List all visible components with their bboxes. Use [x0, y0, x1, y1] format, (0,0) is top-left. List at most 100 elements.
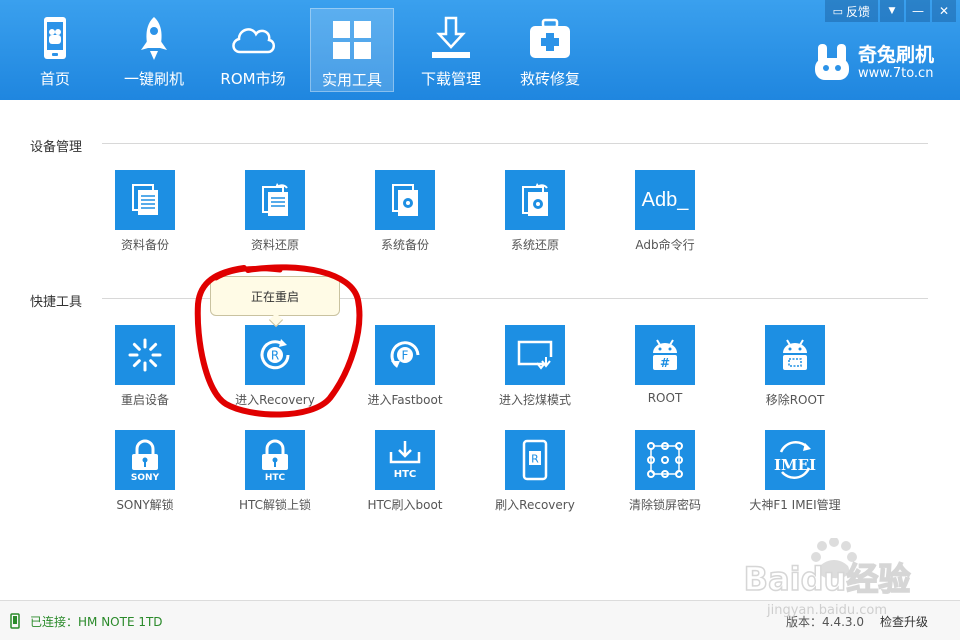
minimize-icon: —: [912, 4, 924, 18]
tool-imei-manager[interactable]: IMEI 大神F1 IMEI管理: [740, 430, 850, 520]
feedback-label: 反馈: [845, 4, 870, 19]
recovery-icon-letter: R: [271, 349, 279, 363]
chevron-down-icon: ▼: [888, 6, 896, 16]
cloud-icon: [232, 28, 275, 54]
nav-download-manager[interactable]: 下载管理: [409, 8, 493, 92]
nav-rom-market[interactable]: ROM市场: [211, 8, 295, 92]
recovery-icon: R: [245, 325, 305, 385]
usb-connected-icon: [10, 613, 20, 629]
window-controls: ▭ 反馈 ▼ — ✕: [824, 0, 956, 22]
feedback-button[interactable]: ▭ 反馈: [824, 0, 878, 22]
root-hash-glyph: #: [660, 356, 670, 370]
tool-enter-fastboot[interactable]: F 进入Fastboot: [350, 325, 460, 415]
tool-adb-console[interactable]: Adb_ Adb命令行: [610, 170, 720, 260]
close-button[interactable]: ✕: [932, 0, 956, 22]
brand-logo: 奇兔刷机 www.7to.cn: [812, 40, 952, 86]
rebooting-tooltip-text: 正在重启: [250, 289, 299, 304]
imei-icon: IMEI: [765, 430, 825, 490]
android-root-icon: #: [635, 325, 695, 385]
nav-tools[interactable]: 实用工具: [310, 8, 394, 92]
nav-tools-label: 实用工具: [321, 71, 382, 89]
medkit-icon: [530, 18, 570, 58]
tool-flash-recovery[interactable]: R 刷入Recovery: [480, 430, 590, 520]
tool-download-mode[interactable]: 进入挖煤模式: [480, 325, 590, 415]
tool-system-restore-label: 系统还原: [510, 238, 559, 252]
close-icon: ✕: [938, 4, 950, 18]
tool-data-backup[interactable]: 资料备份: [90, 170, 200, 260]
tool-system-restore[interactable]: 系统还原: [480, 170, 590, 260]
fastboot-icon-letter: F: [402, 349, 409, 363]
tool-root-label: ROOT: [647, 391, 683, 405]
rocket-icon: [141, 17, 167, 60]
tool-data-restore[interactable]: 资料还原: [220, 170, 330, 260]
download-mode-icon: [505, 325, 565, 385]
fastboot-icon: F: [375, 325, 435, 385]
flash-recovery-letter: R: [531, 453, 539, 466]
tool-sony-unlock[interactable]: SONY SONY解锁: [90, 430, 200, 520]
section-divider-device: [102, 143, 928, 144]
android-unroot-icon: [765, 325, 825, 385]
tool-remove-root-label: 移除ROOT: [765, 393, 825, 407]
watermark-url: jingyan.baidu.com: [766, 603, 887, 618]
document-copy-icon: [115, 170, 175, 230]
tool-root[interactable]: # ROOT: [610, 325, 720, 415]
system-backup-icon: [375, 170, 435, 230]
tool-htc-flash-boot[interactable]: HTC HTC刷入boot: [350, 430, 460, 520]
lock-htc-icon: HTC: [245, 430, 305, 490]
sony-icon-text: SONY: [131, 473, 160, 482]
tool-imei-manager-label: 大神F1 IMEI管理: [749, 498, 841, 512]
feedback-monitor-icon: ▭: [832, 4, 843, 18]
tool-htc-lock-unlock[interactable]: HTC HTC解锁上锁: [220, 430, 330, 520]
connection-status: 已连接：HM NOTE 1TD: [30, 615, 163, 629]
tool-remove-root[interactable]: 移除ROOT: [740, 325, 850, 415]
adb-icon: Adb_: [635, 170, 695, 230]
watermark-brand: Baidu经验: [744, 560, 911, 598]
brand-url: www.7to.cn: [858, 66, 934, 81]
tool-clear-lock-password-label: 清除锁屏密码: [628, 498, 701, 512]
tool-reboot-device[interactable]: 重启设备: [90, 325, 200, 415]
loading-spinner-icon: [115, 325, 175, 385]
download-icon: [432, 16, 470, 58]
tool-sony-unlock-label: SONY解锁: [116, 498, 174, 512]
tool-flash-recovery-label: 刷入Recovery: [495, 498, 575, 512]
tool-enter-recovery-label: 进入Recovery: [235, 393, 315, 407]
adb-icon-text: Adb_: [641, 188, 689, 211]
pattern-lock-icon: [635, 430, 695, 490]
nav-home-label: 首页: [39, 70, 70, 88]
imei-icon-text: IMEI: [774, 456, 816, 474]
tool-adb-console-label: Adb命令行: [635, 238, 695, 252]
tool-system-backup-label: 系统备份: [380, 238, 429, 252]
tool-data-backup-label: 资料备份: [120, 238, 169, 252]
tool-htc-lock-unlock-label: HTC解锁上锁: [238, 498, 312, 512]
system-restore-icon: [505, 170, 565, 230]
nav-one-click-flash[interactable]: 一键刷机: [112, 8, 196, 92]
minimize-button[interactable]: —: [906, 0, 930, 22]
flash-recovery-icon: R: [505, 430, 565, 490]
tool-reboot-device-label: 重启设备: [120, 393, 169, 407]
section-title-device: 设备管理: [30, 140, 83, 155]
baidu-jingyan-watermark: Baidu经验 jingyan.baidu.com: [743, 538, 911, 618]
htc-lock-icon-text: HTC: [265, 473, 286, 482]
tool-clear-lock-password[interactable]: 清除锁屏密码: [610, 430, 720, 520]
nav-rom-market-label: ROM市场: [220, 70, 286, 88]
nav-one-click-flash-label: 一键刷机: [123, 70, 184, 88]
nav-brick-repair[interactable]: 救砖修复: [508, 8, 592, 92]
tool-htc-flash-boot-label: HTC刷入boot: [367, 498, 443, 512]
tool-data-restore-label: 资料还原: [250, 238, 299, 252]
htc-boot-icon: HTC: [375, 430, 435, 490]
nav-brick-repair-label: 救砖修复: [519, 70, 580, 88]
tool-enter-recovery[interactable]: R 进入Recovery: [220, 325, 330, 415]
menu-dropdown-button[interactable]: ▼: [880, 0, 904, 22]
nav-home[interactable]: 首页: [13, 8, 97, 92]
lock-sony-icon: SONY: [115, 430, 175, 490]
section-title-quick: 快捷工具: [30, 295, 83, 310]
nav-download-manager-label: 下载管理: [420, 70, 481, 88]
tool-enter-fastboot-label: 进入Fastboot: [367, 393, 443, 407]
grid-icon: [333, 21, 371, 59]
htc-boot-icon-text: HTC: [394, 469, 417, 480]
document-restore-icon: [245, 170, 305, 230]
top-header: 首页 一键刷机 ROM市场 实用工具 下载管理 救砖修复 奇兔刷机 www.7t…: [0, 0, 960, 100]
tool-download-mode-label: 进入挖煤模式: [498, 393, 571, 407]
brand-name: 奇兔刷机: [858, 44, 935, 66]
tool-system-backup[interactable]: 系统备份: [350, 170, 460, 260]
